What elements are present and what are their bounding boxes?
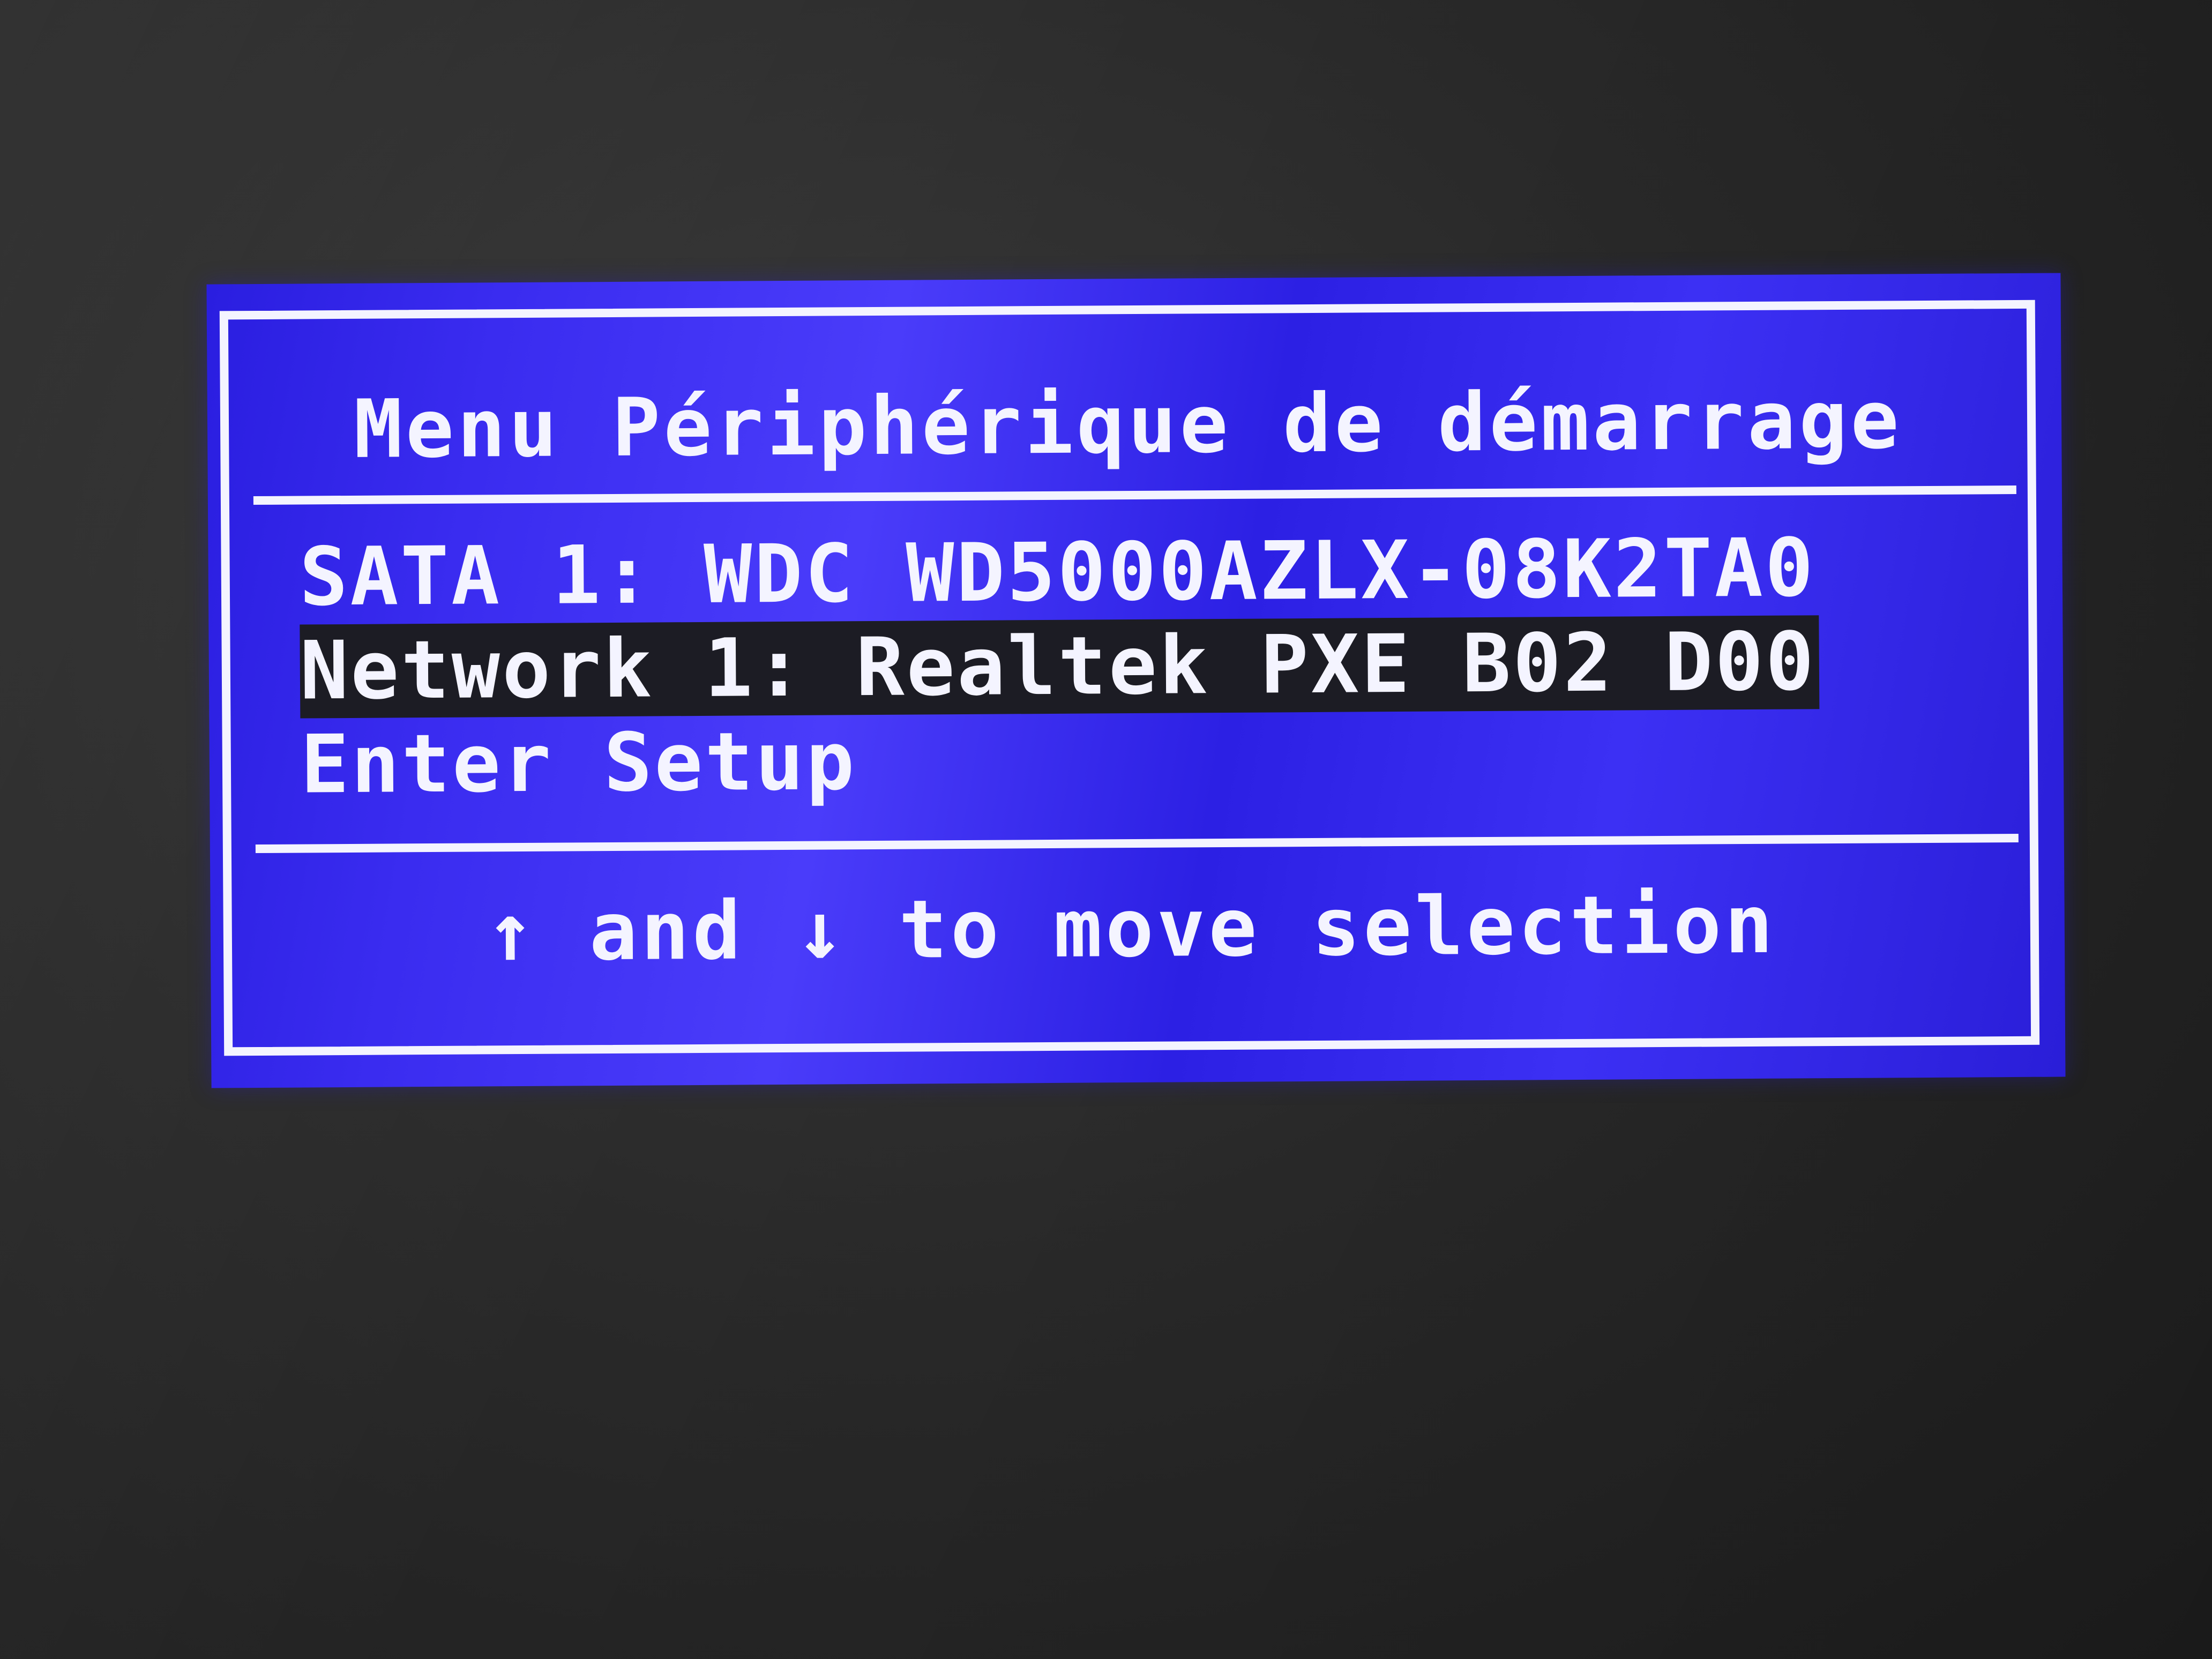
boot-option-enter-setup[interactable]: Enter Setup	[300, 709, 1820, 812]
menu-title: Menu Périphérique de démarrage	[353, 373, 1903, 476]
boot-device-menu: Menu Périphérique de démarrage SATA 1: W…	[206, 273, 2066, 1088]
boot-device-list: SATA 1: WDC WD5000AZLX-08K2TA0 Network 1…	[299, 521, 1820, 812]
navigation-hint: ↑ and ↓ to move selection	[485, 878, 1777, 980]
boot-option-network-1[interactable]: Network 1: Realtek PXE B02 D00	[300, 615, 1820, 719]
menu-frame: Menu Périphérique de démarrage SATA 1: W…	[219, 300, 2040, 1056]
boot-option-sata-1[interactable]: SATA 1: WDC WD5000AZLX-08K2TA0	[299, 521, 1819, 624]
title-divider	[253, 485, 2016, 505]
footer-divider	[255, 833, 2019, 854]
